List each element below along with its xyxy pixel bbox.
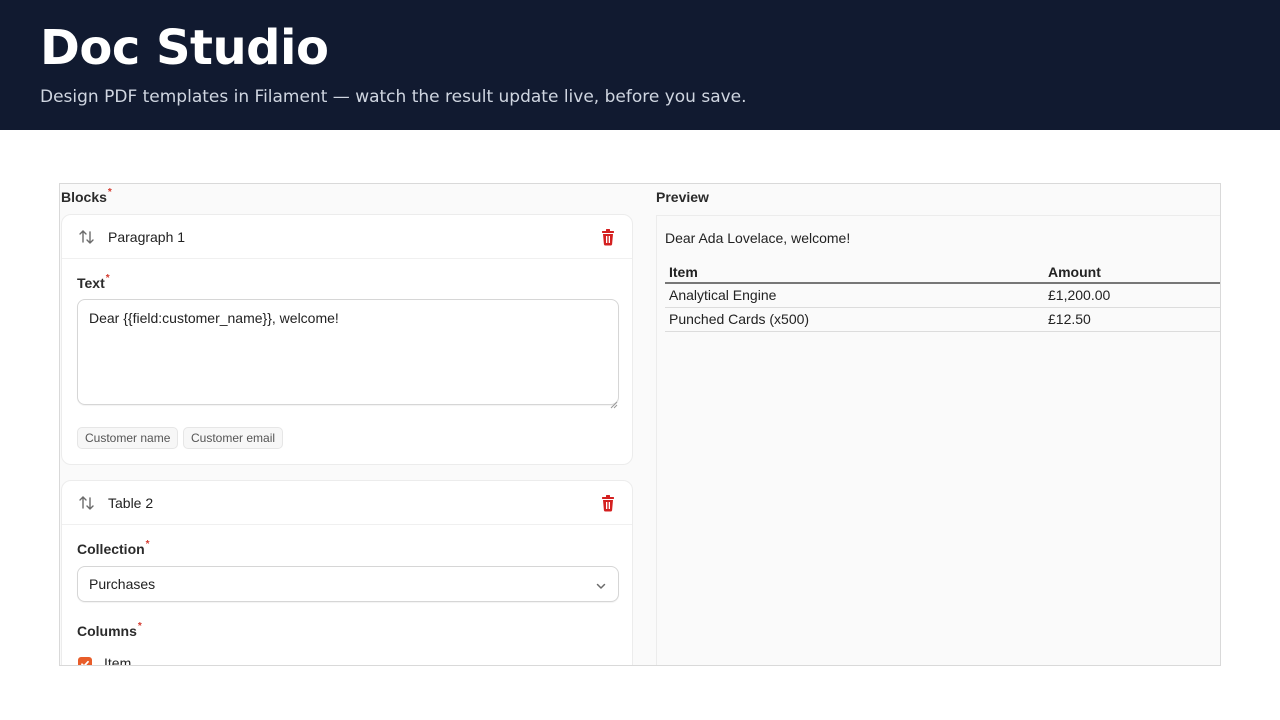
required-mark: *	[107, 187, 112, 198]
preview-table: Item Amount Analytical Engine £1,200.00 …	[665, 261, 1220, 332]
table-row: Punched Cards (x500) £12.50	[665, 307, 1220, 332]
trash-icon[interactable]	[598, 227, 618, 247]
trash-icon[interactable]	[598, 493, 618, 513]
table-row: Analytical Engine £1,200.00	[665, 283, 1220, 308]
table-header-row: Item Amount	[665, 261, 1220, 284]
column-item-label: Item	[104, 655, 132, 666]
paragraph-block-card: Paragraph 1 Text* Dear {{field:customer_…	[61, 214, 633, 465]
required-mark: *	[105, 273, 110, 284]
table-block-card: Table 2 Collection* Purchases Columns* I…	[61, 480, 633, 666]
blocks-label: Blocks*	[61, 187, 112, 205]
cell-item: Analytical Engine	[665, 283, 1044, 308]
page-subtitle: Design PDF templates in Filament — watch…	[40, 87, 747, 107]
editor-frame: Blocks* Preview Paragraph 1 Text* Dear {…	[59, 183, 1221, 666]
arrows-up-down-icon[interactable]	[77, 493, 97, 513]
text-field-label: Text*	[77, 273, 110, 291]
chip-customer-name[interactable]: Customer name	[77, 427, 179, 449]
columns-field-label: Columns*	[77, 621, 142, 639]
table-block-title: Table 2	[108, 495, 154, 511]
chip-customer-email[interactable]: Customer email	[183, 427, 284, 449]
required-mark: *	[145, 539, 150, 550]
paragraph-block-title: Paragraph 1	[108, 229, 186, 245]
column-header-amount: Amount	[1044, 261, 1220, 284]
cell-item: Punched Cards (x500)	[665, 307, 1044, 332]
collection-select-value: Purchases	[89, 576, 156, 592]
page-header: Doc Studio Design PDF templates in Filam…	[0, 0, 1280, 130]
text-input[interactable]: Dear {{field:customer_name}}, welcome!	[77, 299, 619, 405]
collection-select[interactable]: Purchases	[77, 566, 619, 602]
preview-greeting: Dear Ada Lovelace, welcome!	[665, 230, 851, 246]
paragraph-block-header: Paragraph 1	[62, 215, 632, 259]
resize-grip-icon[interactable]	[610, 396, 618, 409]
cell-amount: £12.50	[1044, 307, 1220, 332]
column-item-checkbox[interactable]	[78, 657, 92, 665]
column-header-item: Item	[665, 261, 1044, 284]
preview-label: Preview	[656, 189, 709, 205]
cell-amount: £1,200.00	[1044, 283, 1220, 308]
chevron-down-icon	[595, 579, 607, 591]
required-mark: *	[137, 621, 142, 632]
preview-panel: Dear Ada Lovelace, welcome! Item Amount …	[656, 215, 1220, 665]
collection-field-label: Collection*	[77, 539, 150, 557]
table-block-header: Table 2	[62, 481, 632, 525]
page-title: Doc Studio	[40, 20, 329, 76]
arrows-up-down-icon[interactable]	[77, 227, 97, 247]
check-icon	[81, 660, 89, 665]
